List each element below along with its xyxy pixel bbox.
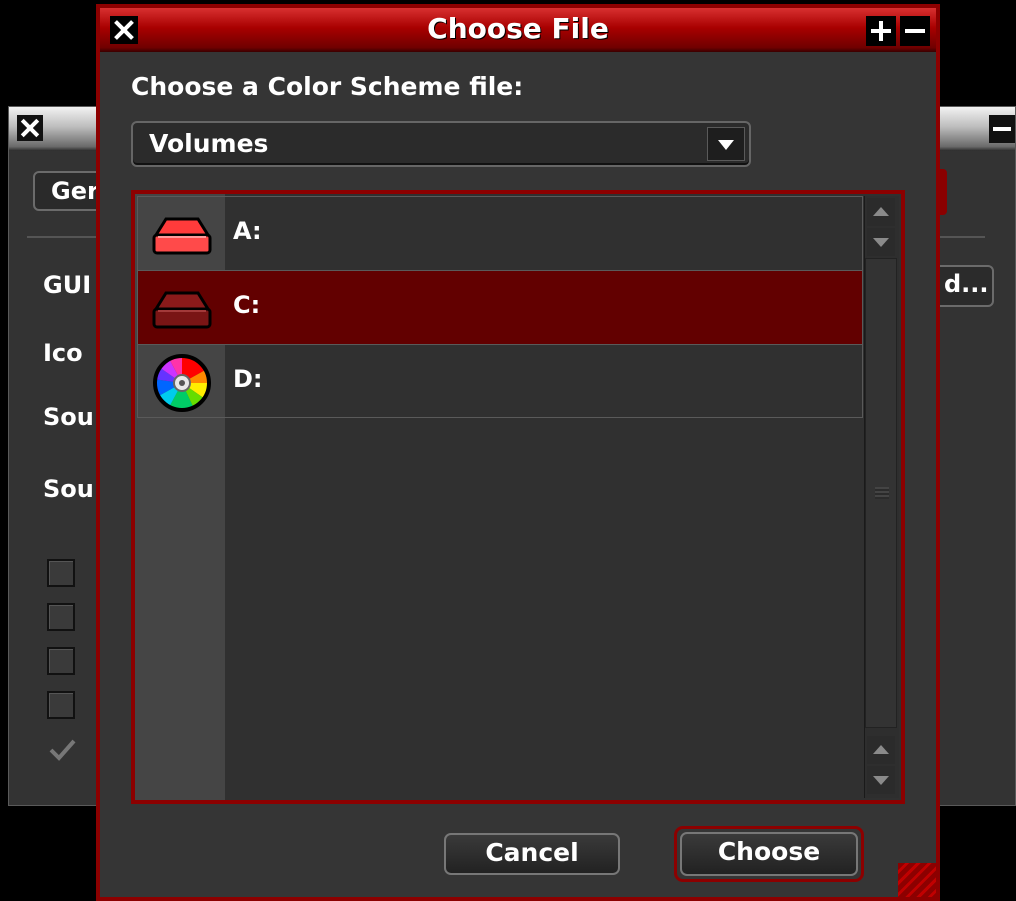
background-label-sound-2: Sou xyxy=(43,475,94,503)
scroll-down-icon[interactable] xyxy=(867,766,895,794)
red-drive-icon xyxy=(152,217,212,255)
list-item-c[interactable]: C: xyxy=(137,270,863,344)
volume-select-value: Volumes xyxy=(149,129,269,158)
scroll-up-icon[interactable] xyxy=(867,198,895,226)
background-label-gui: GUI xyxy=(43,271,92,299)
file-list[interactable]: A: C: D: xyxy=(131,190,905,804)
list-item-label: A: xyxy=(233,217,262,245)
list-item-label: D: xyxy=(233,365,263,393)
cancel-button[interactable]: Cancel xyxy=(444,833,620,875)
dark-red-drive-icon xyxy=(152,291,212,329)
background-label-sound-1: Sou xyxy=(43,403,94,431)
dialog-title: Choose File xyxy=(427,12,609,45)
background-browse-button[interactable]: d... xyxy=(934,265,994,307)
volume-select[interactable]: Volumes xyxy=(131,121,751,167)
background-minimize-icon[interactable] xyxy=(989,115,1015,143)
background-checkbox-1[interactable] xyxy=(47,559,75,587)
background-checkbox-2[interactable] xyxy=(47,603,75,631)
list-item-d[interactable]: D: xyxy=(137,344,863,418)
choose-file-dialog: Choose File Choose a Color Scheme file: … xyxy=(96,4,940,901)
background-checkbox-4[interactable] xyxy=(47,691,75,719)
vertical-scrollbar[interactable] xyxy=(864,196,899,798)
background-close-icon[interactable] xyxy=(17,115,43,141)
maximize-icon[interactable] xyxy=(866,16,896,46)
list-item-label: C: xyxy=(233,291,261,319)
list-item-a[interactable]: A: xyxy=(137,196,863,270)
scrollbar-thumb[interactable] xyxy=(865,258,897,728)
minimize-icon[interactable] xyxy=(900,16,930,46)
resize-grip-icon[interactable] xyxy=(898,863,936,897)
background-checkmark-icon[interactable] xyxy=(47,735,77,765)
scrollbar-grip-icon xyxy=(875,487,889,499)
background-checkbox-3[interactable] xyxy=(47,647,75,675)
prompt-label: Choose a Color Scheme file: xyxy=(131,72,524,101)
scroll-down-icon[interactable] xyxy=(867,228,895,256)
background-label-icons: Ico xyxy=(43,339,83,367)
cd-disc-icon xyxy=(153,354,211,412)
choose-button[interactable]: Choose xyxy=(680,832,858,876)
chevron-down-icon[interactable] xyxy=(707,127,745,161)
scroll-up-icon[interactable] xyxy=(867,736,895,764)
title-bar[interactable]: Choose File xyxy=(100,8,936,52)
